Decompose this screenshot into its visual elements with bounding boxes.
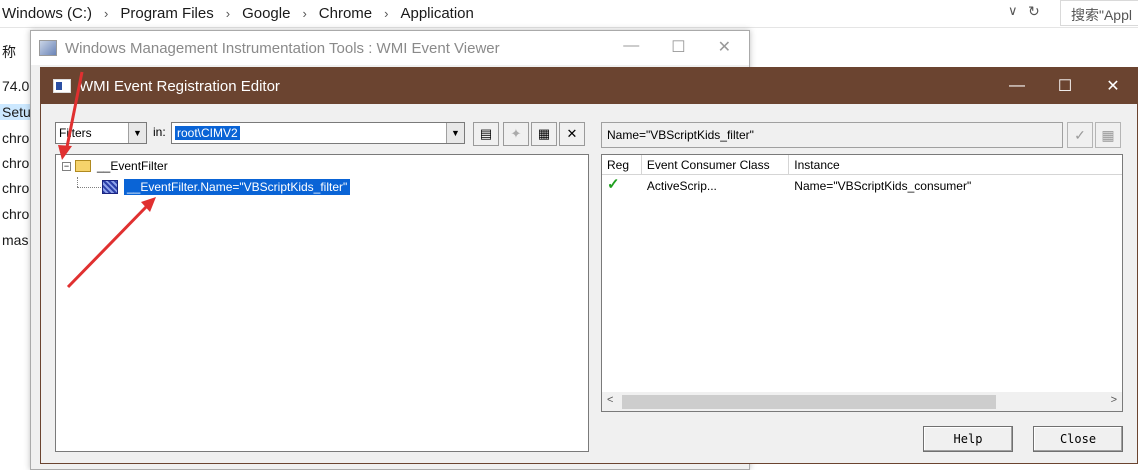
- search-input[interactable]: 搜索"Appl: [1060, 0, 1138, 26]
- breadcrumb-item[interactable]: Windows (C:): [2, 5, 92, 22]
- delete-button[interactable]: ✕: [559, 122, 585, 146]
- address-dropdown-icon[interactable]: ∨: [1008, 3, 1018, 19]
- register-button[interactable]: ✓: [1067, 122, 1093, 148]
- event-registration-editor: WMI Event Registration Editor — ☐ ✕ Filt…: [40, 67, 1138, 464]
- consumer-instance-cell: Name="VBScriptKids_consumer": [794, 179, 972, 193]
- list-item[interactable]: chro: [2, 155, 29, 171]
- scroll-right-icon[interactable]: >: [1111, 394, 1117, 406]
- scroll-left-icon[interactable]: <: [607, 394, 613, 406]
- namespace-value: root\CIMV2: [175, 126, 240, 140]
- breadcrumb: Windows (C:) › Program Files › Google › …: [2, 5, 474, 22]
- registered-check-icon[interactable]: ✓: [602, 179, 642, 193]
- properties-icon: ▦: [1101, 126, 1115, 143]
- tree-node-filter-instance[interactable]: __EventFilter.Name="VBScriptKids_filter": [102, 179, 351, 195]
- new-icon: ✦: [510, 126, 522, 141]
- explorer-address-bar: Windows (C:) › Program Files › Google › …: [0, 0, 1138, 28]
- list-item[interactable]: chro: [2, 206, 29, 222]
- tree-node-eventfilter[interactable]: − __EventFilter: [62, 159, 168, 173]
- list-item[interactable]: mas: [2, 232, 28, 248]
- type-combobox-value: Filters: [59, 126, 92, 140]
- wmi-app-icon: [39, 40, 57, 56]
- minimize-icon[interactable]: —: [623, 37, 639, 57]
- chevron-right-icon: ›: [384, 6, 389, 21]
- checkmark-icon: ✓: [1074, 126, 1086, 143]
- editor-titlebar: WMI Event Registration Editor: [41, 68, 1137, 104]
- left-toolbar: Filters ▼ in: root\CIMV2 ▼ ▤ ✦ ▦ ✕: [55, 122, 585, 146]
- namespace-combobox[interactable]: root\CIMV2 ▼: [171, 122, 465, 144]
- instance-icon: [102, 180, 118, 194]
- maximize-icon[interactable]: ☐: [671, 37, 685, 57]
- editor-title: WMI Event Registration Editor: [79, 77, 280, 95]
- column-header-class[interactable]: Event Consumer Class: [642, 155, 790, 175]
- properties-icon: ▦: [537, 126, 551, 141]
- properties-button[interactable]: ▦: [531, 122, 557, 146]
- close-button[interactable]: Close: [1033, 426, 1123, 452]
- breadcrumb-item[interactable]: Google: [242, 5, 290, 22]
- minimize-icon[interactable]: —: [993, 68, 1041, 104]
- delete-x-icon: ✕: [566, 126, 578, 141]
- in-label: in:: [153, 125, 166, 139]
- chevron-down-icon[interactable]: ▼: [446, 123, 464, 143]
- breadcrumb-item[interactable]: Program Files: [120, 5, 213, 22]
- browse-namespace-button[interactable]: ▤: [473, 122, 499, 146]
- list-item[interactable]: 74.0.: [2, 78, 33, 94]
- tree-connector: [77, 187, 101, 188]
- list-item[interactable]: chro: [2, 180, 29, 196]
- tree-node-label: __EventFilter: [97, 159, 168, 173]
- type-combobox[interactable]: Filters ▼: [55, 122, 147, 144]
- breadcrumb-item[interactable]: Chrome: [319, 5, 372, 22]
- new-instance-button[interactable]: ✦: [503, 122, 529, 146]
- list-item: 称: [2, 44, 16, 60]
- viewer-title: Windows Management Instrumentation Tools…: [65, 39, 500, 57]
- browse-icon: ▤: [479, 126, 493, 141]
- selected-filter-path: Name="VBScriptKids_filter": [601, 122, 1063, 148]
- chevron-right-icon: ›: [225, 6, 231, 21]
- tree-connector: [77, 177, 78, 187]
- collapse-icon[interactable]: −: [62, 161, 71, 171]
- refresh-icon[interactable]: ↻: [1028, 3, 1040, 20]
- list-item[interactable]: chro: [2, 130, 29, 146]
- maximize-icon[interactable]: ☐: [1041, 68, 1089, 104]
- consumer-list[interactable]: Reg Event Consumer Class Instance ✓ Acti…: [601, 154, 1123, 412]
- table-row[interactable]: ✓ ActiveScrip... Name="VBScriptKids_cons…: [602, 179, 1122, 193]
- chevron-right-icon: ›: [104, 6, 109, 21]
- view-properties-button[interactable]: ▦: [1095, 122, 1121, 148]
- scrollbar-thumb[interactable]: [622, 395, 996, 409]
- list-header: Reg Event Consumer Class Instance: [602, 155, 1122, 175]
- horizontal-scrollbar[interactable]: < >: [601, 392, 1123, 412]
- folder-icon: [75, 160, 91, 172]
- chevron-down-icon[interactable]: ▼: [128, 123, 146, 143]
- close-icon[interactable]: ✕: [1089, 68, 1137, 104]
- chevron-right-icon: ›: [302, 6, 307, 21]
- column-header-instance[interactable]: Instance: [789, 155, 1122, 175]
- tree-node-label: __EventFilter.Name="VBScriptKids_filter": [124, 179, 351, 195]
- close-icon[interactable]: ✕: [718, 37, 731, 57]
- filter-tree[interactable]: − __EventFilter __EventFilter.Name="VBSc…: [55, 154, 589, 452]
- window-app-icon: [53, 79, 71, 93]
- consumer-class-cell: ActiveScrip...: [646, 179, 717, 193]
- column-header-reg[interactable]: Reg: [602, 155, 642, 175]
- help-button[interactable]: Help: [923, 426, 1013, 452]
- breadcrumb-item[interactable]: Application: [400, 5, 473, 22]
- explorer-file-list: 称 74.0. Setu chro chro chro chro mas: [0, 28, 40, 464]
